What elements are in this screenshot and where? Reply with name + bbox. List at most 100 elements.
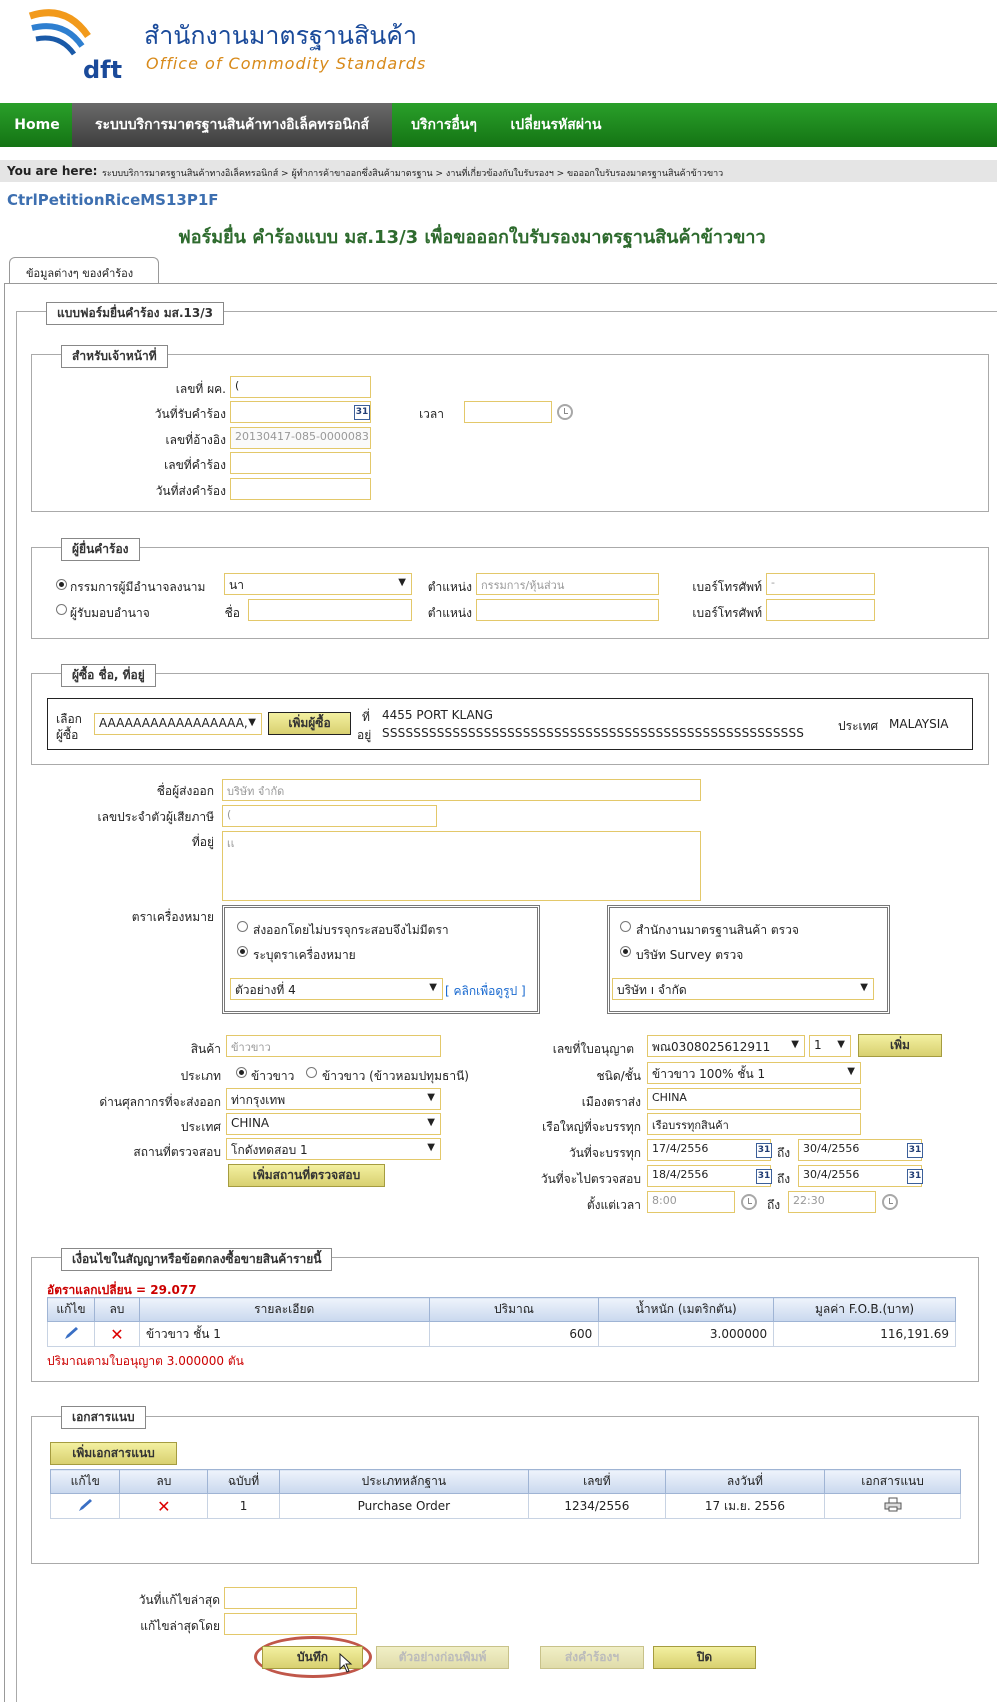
- chevron-down-icon: ▼: [427, 1092, 435, 1103]
- load-date-to[interactable]: 30/4/2556: [798, 1139, 922, 1161]
- close-button[interactable]: ปิด: [653, 1646, 756, 1669]
- modified-by-field: [224, 1613, 357, 1635]
- last-modified-field: [224, 1587, 357, 1609]
- label-ship: เรือใหญ่ที่จะบรรทุก: [542, 1120, 641, 1134]
- radio-white-rice[interactable]: [236, 1067, 247, 1078]
- form-title: ฟอร์มยื่น คำร้องแบบ มส.13/3 เพื่อขอออกใบ…: [178, 227, 766, 248]
- proxy-name-field[interactable]: [248, 599, 412, 621]
- inspect-date-to[interactable]: 30/4/2556: [798, 1165, 922, 1187]
- survey-company-select[interactable]: บริษัท ı จำกัด ▼: [612, 978, 874, 1000]
- attach-table: แก้ไข ลบ ฉบับที่ ประเภทหลักฐาน เลขที่ ลง…: [49, 1469, 961, 1519]
- clock-icon[interactable]: [741, 1194, 757, 1210]
- col-fob: มูลค่า F.O.B.(บาท): [773, 1297, 956, 1322]
- radio-specify-mark[interactable]: [237, 946, 248, 957]
- radio-pathum-rice[interactable]: [306, 1067, 317, 1078]
- nav-change-password[interactable]: เปลี่ยนรหัสผ่าน: [496, 103, 616, 147]
- proxy-phone-field[interactable]: [766, 599, 875, 621]
- position-field[interactable]: กรรมการ/หุ้นส่วน: [476, 573, 659, 595]
- label-ocs-inspect: สำนักงานมาตรฐานสินค้า ตรวจ: [636, 923, 799, 937]
- officer-legend: สำหรับเจ้าหน้าที่: [61, 345, 168, 368]
- port-field[interactable]: CHINA: [647, 1088, 861, 1110]
- radio-proxy[interactable]: [56, 604, 67, 615]
- label-to: ถึง: [777, 1172, 791, 1186]
- time-from-field[interactable]: 8:00: [647, 1191, 735, 1213]
- tax-id-field[interactable]: (: [222, 805, 437, 827]
- receive-date-field[interactable]: [230, 401, 371, 423]
- add-inspect-place-button[interactable]: เพิ่มสถานที่ตรวจสอบ: [228, 1164, 385, 1187]
- radio-ocs-inspect[interactable]: [620, 921, 631, 932]
- chevron-down-icon: ▼: [427, 1142, 435, 1153]
- nav-home[interactable]: Home: [4, 103, 70, 147]
- breadcrumb-path[interactable]: ระบบบริการมาตรฐานสินค้าทางอิเล็คทรอนิกส์…: [102, 166, 723, 180]
- add-buyer-button[interactable]: เพิ่มผู้ซื้อ: [268, 712, 351, 735]
- grade-select[interactable]: ข้าวขาว 100% ชั้น 1 ▼: [647, 1062, 861, 1084]
- calendar-icon[interactable]: 31: [907, 1143, 923, 1158]
- add-permit-button[interactable]: เพิ่ม: [858, 1034, 942, 1057]
- buyer-legend: ผู้ซื้อ ชื่อ, ที่อยู่: [61, 664, 156, 687]
- proxy-position-field[interactable]: [476, 599, 659, 621]
- label-to: ถึง: [767, 1198, 781, 1212]
- table-row: ✕ 1 Purchase Order 1234/2556 17 เม.ย. 25…: [49, 1493, 961, 1519]
- buyer-address-line2: SSSSSSSSSSSSSSSSSSSSSSSSSSSSSSSSSSSSSSSS…: [382, 726, 805, 740]
- delete-icon[interactable]: ✕: [119, 1493, 209, 1519]
- chevron-down-icon: ▼: [837, 1039, 845, 1050]
- calendar-icon[interactable]: 31: [907, 1169, 923, 1184]
- clock-icon[interactable]: [557, 404, 573, 420]
- edit-icon[interactable]: [47, 1321, 95, 1347]
- radio-survey-inspect[interactable]: [620, 946, 631, 957]
- country-select[interactable]: CHINA ▼: [226, 1113, 441, 1135]
- send-date-field[interactable]: [230, 478, 371, 500]
- calendar-icon[interactable]: 31: [354, 405, 370, 420]
- delete-icon[interactable]: ✕: [93, 1321, 140, 1347]
- row-detail: ข้าวขาว ชั้น 1: [138, 1321, 430, 1347]
- buyer-select[interactable]: AAAAAAAAAAAAAAAAA, ▼: [94, 713, 262, 735]
- nav-bar: Home ระบบบริการมาตรฐานสินค้าทางอิเล็คทรอ…: [0, 103, 997, 147]
- view-image-link[interactable]: [ คลิกเพื่อดูรูป ]: [445, 982, 526, 1001]
- time-field[interactable]: [464, 401, 552, 423]
- label-buyer-country: ประเทศ: [838, 719, 879, 733]
- radio-no-mark[interactable]: [237, 921, 248, 932]
- permit-seq-select[interactable]: 1 ▼: [809, 1035, 851, 1057]
- label-tax-id: เลขประจำตัวผู้เสียภาษี: [97, 810, 214, 824]
- label-send-date: วันที่ส่งคำร้อง: [155, 484, 226, 498]
- tab-label: ข้อมูลต่างๆ ของคำร้อง: [26, 267, 134, 280]
- load-date-from[interactable]: 17/4/2556: [647, 1139, 771, 1161]
- phone-field[interactable]: -: [766, 573, 875, 595]
- radio-authorized-director[interactable]: [56, 579, 67, 590]
- label-port: เมืองตราส่ง: [581, 1095, 641, 1109]
- customs-select[interactable]: ท่ากรุงเทพ ▼: [226, 1088, 441, 1110]
- tab-request-info[interactable]: ข้อมูลต่างๆ ของคำร้อง: [9, 257, 159, 284]
- time-to-field[interactable]: 22:30: [788, 1191, 876, 1213]
- inspect-date-from[interactable]: 18/4/2556: [647, 1165, 771, 1187]
- calendar-icon[interactable]: 31: [756, 1143, 772, 1158]
- receipt-no-field[interactable]: (: [230, 376, 371, 398]
- col-weight: น้ำหนัก (เมตริกตัน): [598, 1297, 775, 1322]
- submit-request-button[interactable]: ส่งคำร้องฯ: [540, 1646, 644, 1669]
- label-product: สินค้า: [190, 1042, 221, 1056]
- clock-icon[interactable]: [882, 1194, 898, 1210]
- edit-icon[interactable]: [49, 1493, 121, 1519]
- print-preview-button[interactable]: ตัวอย่างก่อนพิมพ์: [376, 1646, 509, 1669]
- calendar-icon[interactable]: 31: [756, 1169, 772, 1184]
- printer-icon[interactable]: [824, 1493, 961, 1519]
- ship-field[interactable]: เรือบรรทุกสินค้า: [647, 1113, 861, 1135]
- table-row: ✕ ข้าวขาว ชั้น 1 600 3.000000 116,191.69: [47, 1321, 956, 1347]
- request-no-field[interactable]: [230, 452, 371, 474]
- add-attachment-button[interactable]: เพิ่มเอกสารแนบ: [50, 1442, 177, 1465]
- exporter-name-field[interactable]: บริษัท จำกัด: [222, 779, 701, 801]
- mark-sample-select[interactable]: ตัวอย่างที่ 4 ▼: [230, 978, 443, 1000]
- nav-other-services[interactable]: บริการอื่นๆ: [398, 103, 490, 147]
- label-exporter-name: ชื่อผู้ส่งออก: [156, 784, 214, 798]
- nav-eservice[interactable]: ระบบบริการมาตรฐานสินค้าทางอิเล็คทรอนิกส์: [72, 103, 392, 147]
- breadcrumb-label: You are here:: [7, 164, 98, 178]
- exporter-address-field[interactable]: เเ: [222, 831, 701, 901]
- label-type: ประเภท: [180, 1069, 221, 1083]
- label-time-from: ตั้งแต่เวลา: [586, 1198, 641, 1212]
- label-inspect-date: วันที่จะไปตรวจสอบ: [540, 1172, 641, 1186]
- director-select[interactable]: นา ▼: [224, 573, 412, 595]
- label-specify-mark: ระบุตราเครื่องหมาย: [253, 948, 356, 962]
- permit-no-select[interactable]: พณ0308025612911 ▼: [647, 1035, 805, 1057]
- col-edit: แก้ไข: [47, 1297, 95, 1322]
- label-proxy-phone: เบอร์โทรศัพท์: [692, 606, 762, 620]
- inspect-place-select[interactable]: โกดังทดสอบ 1 ▼: [226, 1138, 441, 1160]
